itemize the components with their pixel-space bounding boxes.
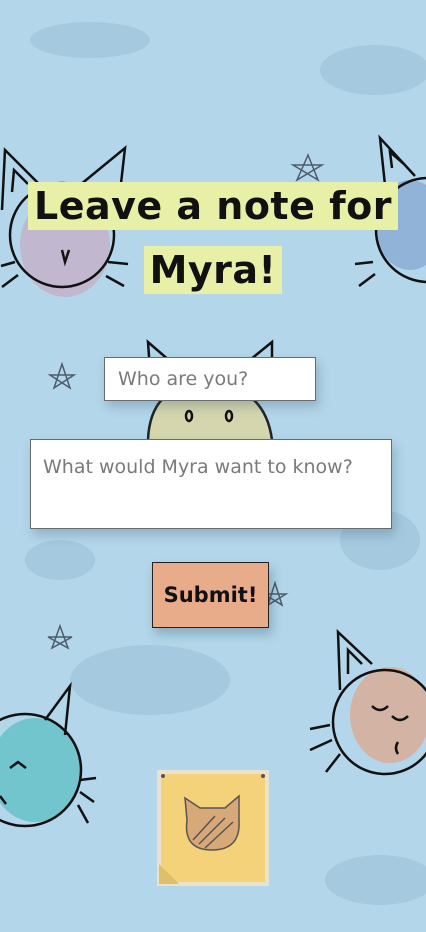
name-input[interactable]: Who are you? xyxy=(104,357,316,401)
message-input[interactable]: What would Myra want to know? xyxy=(30,439,392,529)
page-title: Leave a note for Myra! xyxy=(0,182,426,294)
cat-face-icon xyxy=(309,629,426,776)
submit-button[interactable]: Submit! xyxy=(152,562,269,628)
sticky-note-icon[interactable] xyxy=(155,768,271,888)
cat-face-icon xyxy=(0,681,97,828)
title-line-2: Myra! xyxy=(143,246,283,294)
title-line-1: Leave a note for xyxy=(28,182,398,230)
